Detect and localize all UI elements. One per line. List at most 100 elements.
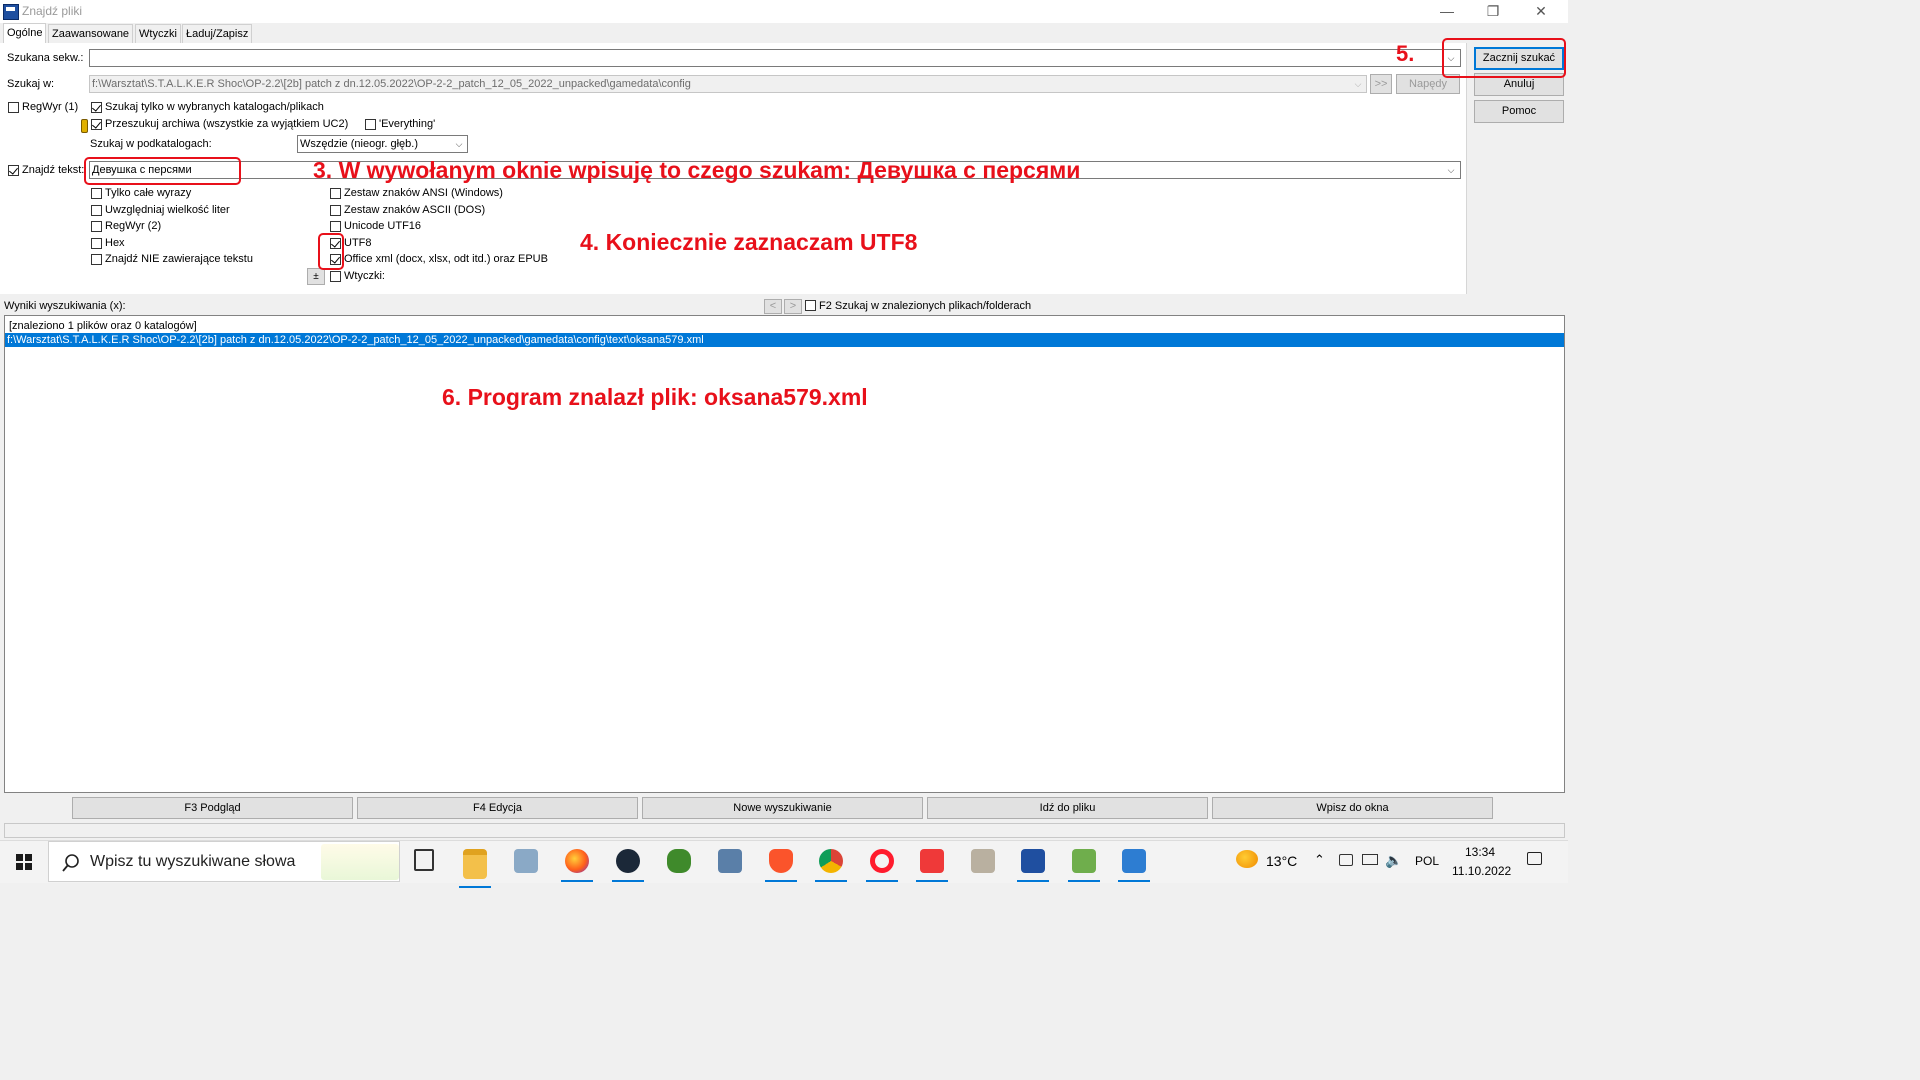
network-icon[interactable] — [1362, 854, 1378, 865]
only-selected-checkbox[interactable] — [91, 102, 102, 113]
utf8-label: UTF8 — [344, 237, 372, 249]
network-app-icon[interactable] — [514, 849, 538, 873]
annotation-step6: 6. Program znalazł plik: oksana579.xml — [442, 384, 868, 410]
ansi-label: Zestaw znaków ANSI (Windows) — [344, 187, 503, 199]
file-explorer-icon[interactable] — [459, 849, 491, 888]
regex1-label: RegWyr (1) — [22, 101, 79, 113]
whole-words-checkbox[interactable] — [91, 188, 102, 199]
steam-icon[interactable] — [612, 849, 644, 882]
annotation-step4: 4. Koniecznie zaznaczam UTF8 — [580, 229, 918, 255]
result-path: f:\Warsztat\S.T.A.L.K.E.R Shoc\OP-2.2\[2… — [7, 334, 704, 346]
search-in-results-checkbox[interactable] — [805, 300, 816, 311]
utf16-label: Unicode UTF16 — [344, 220, 422, 232]
not-containing-label: Znajdź NIE zawierające tekstu — [105, 253, 253, 265]
hex-label: Hex — [105, 237, 125, 249]
minimize-button[interactable]: — — [1424, 0, 1470, 23]
notepad-app-icon[interactable] — [1068, 849, 1100, 882]
annotation-box-utf8 — [318, 233, 344, 270]
annotation-box-find-text — [84, 157, 241, 185]
help-button[interactable]: Pomoc — [1474, 100, 1564, 123]
game-app-icon[interactable] — [667, 849, 691, 873]
expand-plugins-button[interactable]: ± — [307, 268, 325, 285]
opera-icon[interactable] — [866, 849, 898, 882]
everything-label: 'Everything' — [379, 118, 436, 130]
clock-time[interactable]: 13:34 — [1465, 845, 1495, 859]
chevron-up-icon[interactable]: ⌃ — [1314, 852, 1325, 868]
new-search-button[interactable]: Nowe wyszukiwanie — [642, 797, 923, 819]
weather-icon[interactable] — [1236, 850, 1258, 868]
search-in-results-label: F2 Szukaj w znalezionych plikach/foldera… — [819, 300, 1032, 312]
start-button[interactable] — [0, 841, 48, 882]
windows-icon — [16, 854, 32, 870]
photos-icon[interactable] — [1118, 849, 1150, 882]
title-bar: Znajdź pliki — ❐ ✕ — [0, 0, 1568, 23]
chevron-down-icon[interactable]: ⌵ — [1350, 76, 1366, 92]
brave-icon[interactable] — [765, 849, 797, 882]
prev-result-button[interactable]: < — [764, 299, 782, 314]
chrome-icon[interactable] — [815, 849, 847, 882]
clock-date[interactable]: 11.10.2022 — [1452, 864, 1511, 878]
search-in-input[interactable]: f:\Warsztat\S.T.A.L.K.E.R Shoc\OP-2.2\[2… — [89, 75, 1367, 93]
case-sensitive-checkbox[interactable] — [91, 205, 102, 216]
taskbar-search-placeholder: Wpisz tu wyszukiwane słowa — [90, 853, 296, 870]
volume-icon[interactable]: 🔈 — [1385, 852, 1402, 869]
find-text-label: Znajdź tekst: — [22, 164, 85, 176]
search-mask-input[interactable] — [89, 49, 1461, 67]
everything-checkbox[interactable] — [365, 119, 376, 130]
vivaldi-icon[interactable] — [916, 849, 948, 882]
results-label: Wyniki wyszukiwania (x): — [4, 300, 126, 312]
close-button[interactable]: ✕ — [1518, 0, 1564, 23]
tab-general[interactable]: Ogólne — [3, 23, 47, 44]
whole-words-label: Tylko całe wyrazy — [105, 187, 192, 199]
regex2-label: RegWyr (2) — [105, 220, 162, 232]
feed-to-listbox-button[interactable]: Wpisz do okna — [1212, 797, 1493, 819]
office-xml-label: Office xml (docx, xlsx, odt itd.) oraz E… — [344, 253, 548, 265]
flowers-illustration-icon — [321, 844, 399, 880]
notifications-icon[interactable] — [1527, 852, 1542, 865]
result-row-selected[interactable]: f:\Warsztat\S.T.A.L.K.E.R Shoc\OP-2.2\[2… — [5, 333, 1564, 347]
preview-button[interactable]: F3 Podgląd — [72, 797, 353, 819]
firefox-icon[interactable] — [561, 849, 593, 882]
ansi-checkbox[interactable] — [330, 188, 341, 199]
plugins-label: Wtyczki: — [344, 270, 385, 282]
language-indicator[interactable]: POL — [1415, 854, 1439, 868]
chevron-down-icon[interactable]: ⌵ — [1443, 162, 1459, 178]
annotation-box-start — [1442, 38, 1566, 78]
restore-button[interactable]: ❐ — [1470, 0, 1516, 23]
next-result-button[interactable]: > — [784, 299, 802, 314]
device-icon[interactable] — [1339, 854, 1353, 866]
tab-load-save[interactable]: Ładuj/Zapisz — [182, 24, 253, 43]
only-selected-label: Szukaj tylko w wybranych katalogach/plik… — [105, 101, 324, 113]
not-containing-checkbox[interactable] — [91, 254, 102, 265]
case-sensitive-label: Uwzględniaj wielkość liter — [105, 204, 230, 216]
archives-checkbox[interactable] — [91, 119, 102, 130]
key-icon — [81, 119, 88, 133]
archives-label: Przeszukuj archiwa (wszystkie za wyjątki… — [105, 118, 349, 130]
ascii-checkbox[interactable] — [330, 205, 341, 216]
taskbar-search-box[interactable]: Wpisz tu wyszukiwane słowa — [48, 841, 400, 882]
regex2-checkbox[interactable] — [91, 221, 102, 232]
ascii-label: Zestaw znaków ASCII (DOS) — [344, 204, 486, 216]
edit-button[interactable]: F4 Edycja — [357, 797, 638, 819]
chevron-down-icon[interactable]: ⌵ — [451, 136, 467, 152]
task-view-icon[interactable] — [414, 849, 434, 871]
subdirs-label: Szukaj w podkatalogach: — [90, 138, 212, 150]
utf16-checkbox[interactable] — [330, 221, 341, 232]
hex-checkbox[interactable] — [91, 238, 102, 249]
status-bar — [4, 823, 1565, 838]
subdirs-select[interactable]: Wszędzie (nieogr. głęb.) — [297, 135, 468, 153]
browse-button[interactable]: >> — [1370, 74, 1392, 94]
annotation-step5: 5. — [1396, 41, 1415, 66]
gimp-icon[interactable] — [971, 849, 995, 873]
regex1-checkbox[interactable] — [8, 102, 19, 113]
plugins-checkbox[interactable] — [330, 271, 341, 282]
calculator-icon[interactable] — [718, 849, 742, 873]
go-to-file-button[interactable]: Idź do pliku — [927, 797, 1208, 819]
search-in-label: Szukaj w: — [7, 78, 55, 90]
weather-temperature[interactable]: 13°C — [1266, 853, 1297, 869]
results-summary: [znaleziono 1 plików oraz 0 katalogów] — [9, 320, 197, 332]
tab-plugins[interactable]: Wtyczki — [135, 24, 181, 43]
save-app-icon[interactable] — [1017, 849, 1049, 882]
tab-advanced[interactable]: Zaawansowane — [48, 24, 134, 43]
find-text-checkbox[interactable] — [8, 165, 19, 176]
